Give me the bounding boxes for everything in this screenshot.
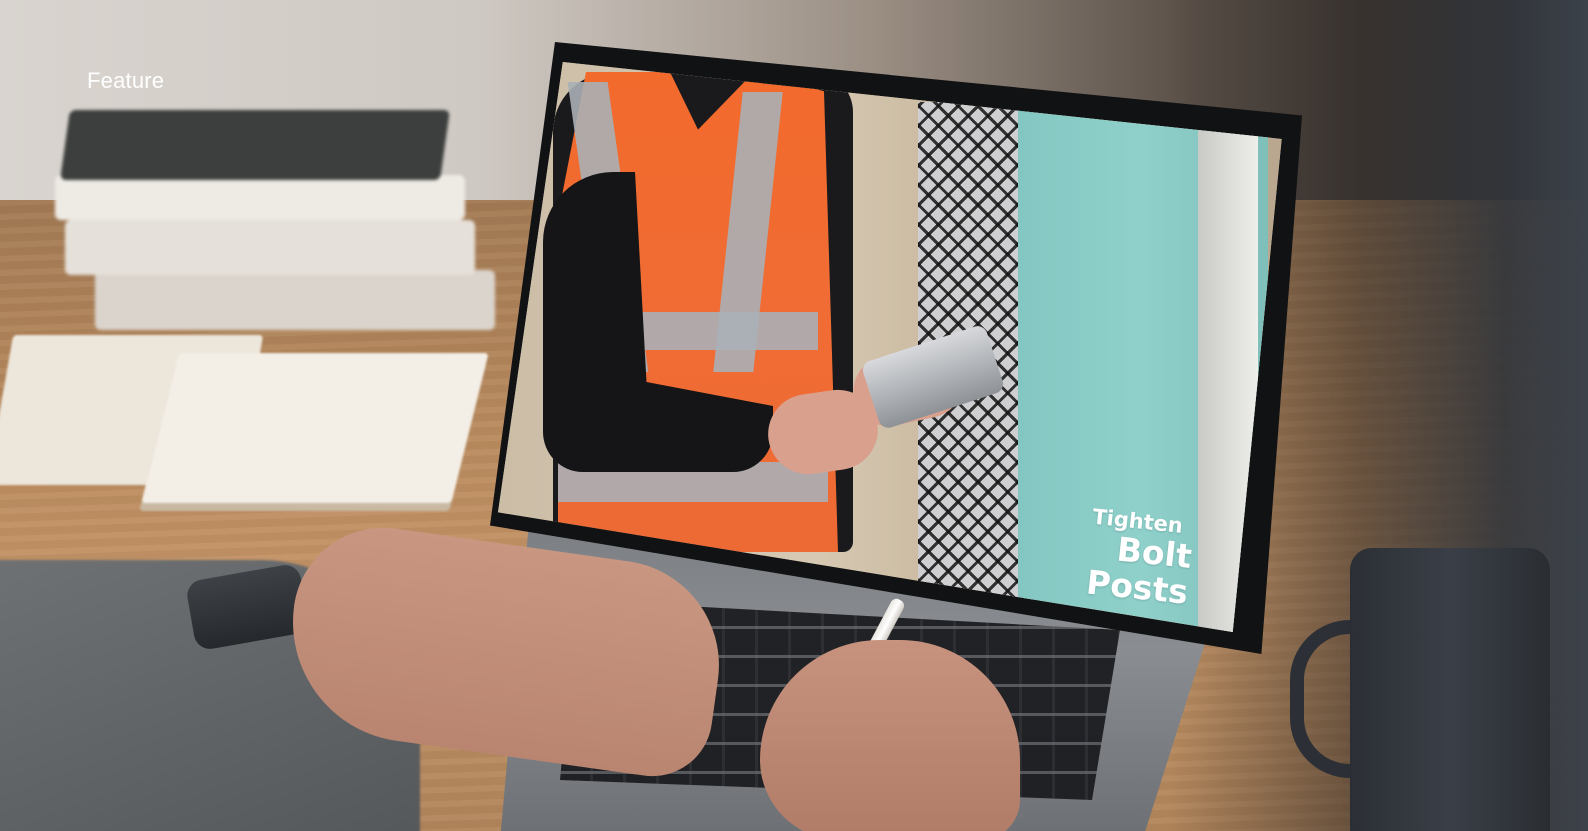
book-stack xyxy=(55,110,495,330)
coffee-mug xyxy=(1350,548,1550,831)
hero-photo: Tighten Bolt Posts xyxy=(0,0,1588,831)
section-label: Feature xyxy=(87,68,165,93)
video-caption: Tighten Bolt Posts xyxy=(1002,496,1196,612)
open-notebook xyxy=(0,335,489,515)
